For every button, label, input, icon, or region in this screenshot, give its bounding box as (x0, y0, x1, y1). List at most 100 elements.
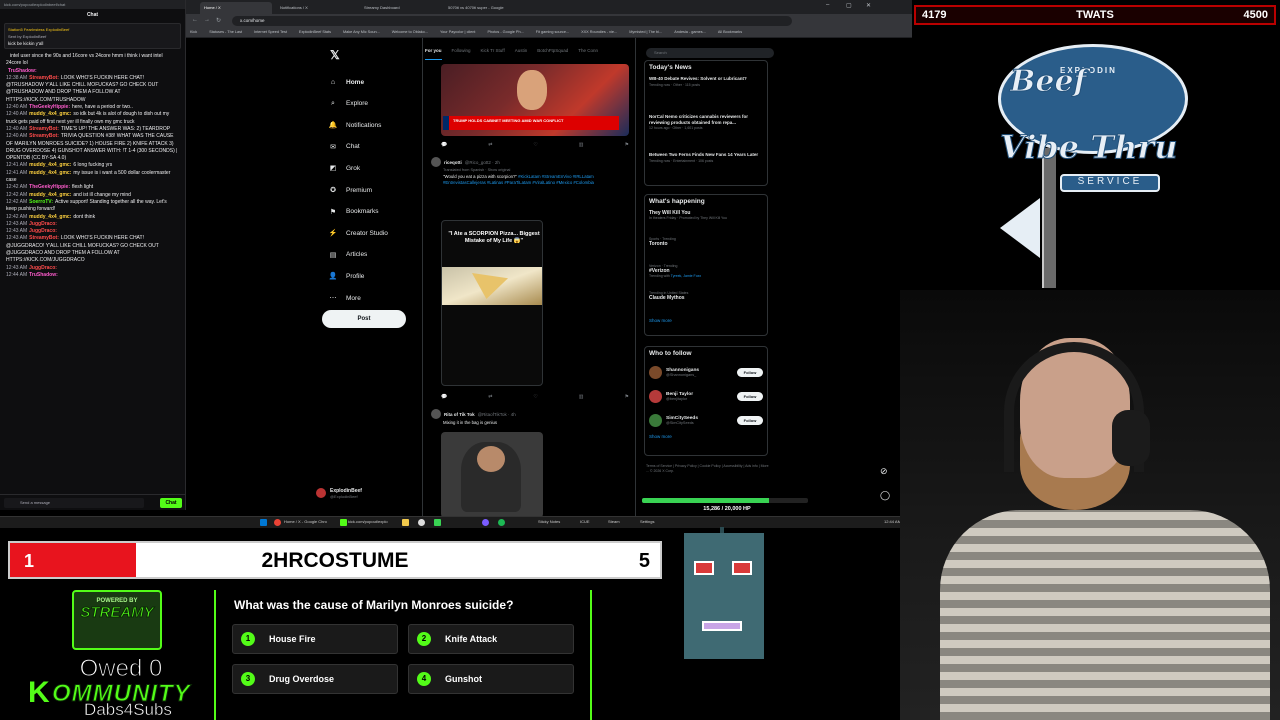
follow-suggestion[interactable]: Shannonigans @Shannonigans_ Follow (645, 360, 767, 384)
timeline-tab[interactable]: For you (425, 48, 442, 60)
timeline-tab[interactable]: The Conn (578, 48, 598, 60)
timeline-tab[interactable]: BotchFtpSquad (537, 48, 568, 60)
kick-icon[interactable] (340, 519, 347, 526)
maximize-icon[interactable]: ▢ (846, 2, 852, 9)
avatar[interactable] (649, 389, 662, 403)
play-icon[interactable] (434, 519, 441, 526)
bookmark-item[interactable]: Make Any Mic Soun... (343, 30, 380, 34)
bookmark-item[interactable]: Welcome to Oblako... (392, 30, 428, 34)
nav-item-explore[interactable]: ⌕ Explore (328, 96, 368, 112)
nav-item-profile[interactable]: 👤 Profile (328, 268, 365, 284)
chrome-icon[interactable] (274, 519, 281, 526)
bookmark-item[interactable]: Photos - Google Ph... (487, 30, 523, 34)
message-username[interactable]: muddy_4x4_gmc: (29, 111, 71, 117)
messages-icon[interactable]: ◯ (880, 490, 890, 501)
bookmark-item[interactable]: ExplodinBeef Stats (299, 30, 331, 34)
bookmark-icon[interactable]: ⚑ (624, 142, 628, 150)
chat-message-input[interactable]: Send a message (4, 498, 144, 508)
nav-item-more[interactable]: ⋯ More (328, 290, 361, 306)
bookmark-item[interactable]: Fit gaming source... (536, 30, 569, 34)
tab-home-x[interactable]: Home / X (200, 2, 272, 14)
message-username[interactable]: TruShadow: (8, 68, 37, 74)
like-icon[interactable]: ♡ (533, 394, 537, 402)
translated-note[interactable]: Translated from Spanish · Show original (443, 168, 628, 174)
timeline-tab[interactable]: Austin (515, 48, 528, 60)
message-username[interactable]: SoerroTV: (29, 199, 53, 205)
nav-item-premium[interactable]: ✪ Premium (328, 182, 372, 198)
taskbar-item[interactable]: Sticky Notes (538, 519, 560, 524)
chat-send-button[interactable]: Chat (160, 498, 182, 508)
folder-icon[interactable] (402, 519, 409, 526)
nav-item-notifications[interactable]: 🔔 Notifications (328, 117, 382, 133)
bookmark-item[interactable]: Kick (190, 30, 197, 34)
message-username[interactable]: TruShadow: (29, 272, 58, 278)
message-username[interactable]: TheGeekyHippie: (29, 184, 70, 190)
reload-icon[interactable]: ↻ (216, 17, 221, 24)
reply-icon[interactable]: 💬 (441, 394, 447, 402)
footer-links[interactable]: Terms of Service | Privacy Policy | Cook… (646, 464, 770, 474)
tab-notifications-x[interactable]: Notifications / X (276, 2, 356, 14)
taskbar-item[interactable]: Steam (608, 519, 620, 524)
follow-suggestion[interactable]: Benji Taylor @benjitaylor Follow (645, 384, 767, 408)
news-video-thumbnail[interactable]: TRUMP HOLDS CABINET MEETING AMID WAR CON… (441, 64, 629, 136)
nav-item-chat[interactable]: ✉ Chat (328, 139, 360, 155)
message-username[interactable]: StreamyBot: (29, 133, 59, 139)
post-button[interactable]: Post (322, 310, 406, 328)
timeline-tab[interactable]: Following (452, 48, 471, 60)
obs-icon[interactable] (418, 519, 425, 526)
show-more-link[interactable]: Show more (645, 432, 767, 441)
bookmark-item[interactable]: XXX Roundies - vie... (581, 30, 617, 34)
nav-item-articles[interactable]: ▤ Articles (328, 247, 368, 263)
taskbar-item[interactable]: Settings (640, 519, 654, 524)
message-username[interactable]: TheGeekyHippie: (29, 104, 70, 110)
like-icon[interactable]: ♡ (533, 142, 537, 150)
close-icon[interactable]: ✕ (866, 2, 871, 9)
message-username[interactable]: muddy_4x4_gmc: (29, 170, 71, 176)
bookmark-item[interactable]: Statuses - The Last (209, 30, 242, 34)
tweet-video[interactable] (441, 432, 543, 518)
message-username[interactable]: muddy_4x4_gmc: (29, 162, 71, 168)
grok-icon[interactable]: ⊘ (880, 466, 888, 477)
avatar[interactable] (649, 413, 662, 427)
tweet-author[interactable]: riceqotti (444, 160, 462, 165)
message-username[interactable]: StreamyBot: (29, 75, 59, 81)
news-item[interactable]: NorCal Nemo criticizes cannabis reviewer… (645, 112, 767, 150)
spotify-icon[interactable] (498, 519, 505, 526)
news-item[interactable]: WB-40 Debate Revives: Solvent or Lubrica… (645, 74, 767, 112)
minimize-icon[interactable]: – (826, 2, 829, 8)
tab-google-search[interactable]: 5070ti vs 4070ti super - Google (444, 2, 528, 14)
retweet-icon[interactable]: ⇄ (488, 394, 492, 402)
message-username[interactable]: JuggDraco: (29, 265, 57, 271)
message-username[interactable]: muddy_4x4_gmc: (29, 192, 71, 198)
message-username[interactable]: StreamyBot: (29, 126, 59, 132)
news-item[interactable]: Between Two Ferns Finds New Fans 14 Year… (645, 150, 767, 188)
follow-button[interactable]: Follow (737, 391, 763, 401)
bookmark-item[interactable]: Mymisted | The bi... (629, 30, 662, 34)
bookmark-icon[interactable]: ⚑ (624, 394, 628, 402)
address-bar[interactable]: x.com/home (232, 16, 792, 26)
search-input[interactable]: Search (646, 48, 774, 58)
reply-icon[interactable]: 💬 (441, 142, 447, 150)
message-username[interactable]: JuggDraco: (29, 221, 57, 227)
nav-item-bookmarks[interactable]: ⚑ Bookmarks (328, 204, 379, 220)
taskbar-item[interactable]: kick.com/popout/explo (348, 519, 388, 524)
avatar[interactable] (431, 409, 441, 419)
bookmark-item[interactable]: Internet Speed Test (254, 30, 287, 34)
message-username[interactable]: StreamyBot: (29, 235, 59, 241)
views-icon[interactable]: ▥ (579, 394, 584, 402)
account-switcher[interactable]: ExplodinBeef @ExplodinBeef (316, 486, 416, 500)
tweet-media-card[interactable]: "I Ate a SCORPION Pizza... Biggest Mista… (441, 220, 543, 386)
trend-sub-tag[interactable]: Tyreek, Jamie Foxx (671, 274, 701, 278)
message-username[interactable]: JuggDraco: (29, 228, 57, 234)
nav-item-grok[interactable]: ◩ Grok (328, 160, 360, 176)
views-icon[interactable]: ▥ (579, 142, 584, 150)
forward-icon[interactable]: → (204, 17, 210, 23)
trend-item[interactable]: They Will Kill You In theaters Friday · P… (645, 208, 767, 235)
trend-item[interactable]: Verizon · Trending #Verizon Trending with … (645, 262, 767, 289)
avatar[interactable] (431, 157, 441, 167)
tweet-author[interactable]: Rita of Tik Tok (444, 412, 475, 417)
nav-item-home[interactable]: ⌂ Home (328, 74, 364, 90)
retweet-icon[interactable]: ⇄ (488, 142, 492, 150)
chat-url-bar[interactable]: kick.com/popout/explodinbeef/chat (0, 0, 185, 9)
nav-item-creator-studio[interactable]: ⚡ Creator Studio (328, 225, 388, 241)
